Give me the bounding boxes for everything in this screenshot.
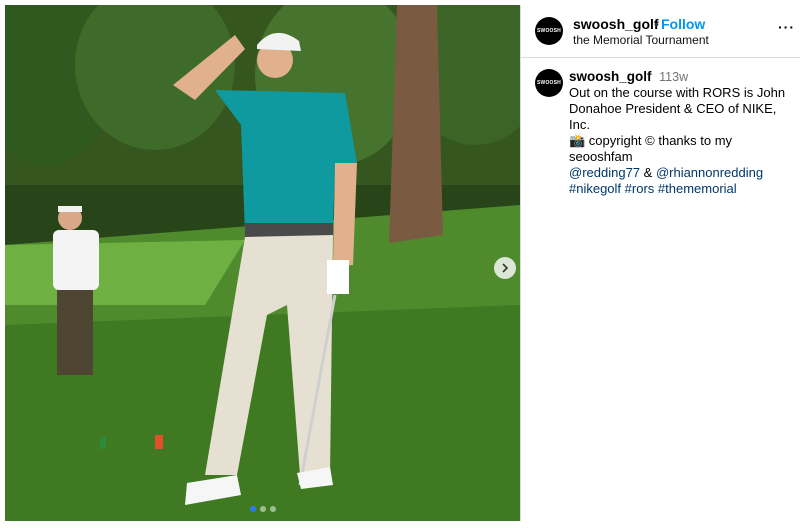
carousel-dot — [249, 506, 256, 512]
mention-link[interactable]: @rhiannonredding — [656, 165, 763, 180]
chevron-right-icon — [502, 263, 509, 273]
more-options-icon[interactable]: ··· — [778, 19, 795, 35]
follow-button[interactable]: Follow — [661, 16, 705, 32]
mention-link[interactable]: @redding77 — [569, 165, 640, 180]
caption-text: Out on the course with RORS is John Dona… — [569, 85, 786, 132]
caption-body: swoosh_golf 113w Out on the course with … — [569, 69, 797, 197]
hashtag-link[interactable]: #nikegolf — [569, 181, 621, 196]
carousel-dot — [269, 506, 276, 512]
carousel-dot — [259, 506, 266, 512]
hashtag-link[interactable]: #rors — [625, 181, 655, 196]
ampersand: & — [640, 165, 656, 180]
avatar[interactable]: SWOOSH — [535, 69, 563, 97]
post-timestamp[interactable]: 113w — [659, 70, 688, 84]
header-username[interactable]: swoosh_golf — [573, 16, 659, 32]
avatar-logo-text: SWOOSH — [537, 80, 561, 86]
caption-username[interactable]: swoosh_golf — [569, 69, 652, 84]
post-header: SWOOSH swoosh_golf • Follow the Memorial… — [521, 5, 800, 58]
instagram-post-modal: SWOOSH swoosh_golf • Follow the Memorial… — [0, 0, 800, 528]
golf-course-photo — [5, 5, 520, 521]
caption-credit: 📸 copyright © thanks to my seooshfam — [569, 133, 733, 164]
post-photo[interactable] — [5, 5, 520, 521]
carousel-indicator — [5, 506, 520, 512]
next-photo-button[interactable] — [494, 257, 516, 279]
post-sidebar: SWOOSH swoosh_golf • Follow the Memorial… — [520, 5, 800, 521]
avatar[interactable]: SWOOSH — [535, 17, 563, 45]
separator-dot: • — [654, 16, 659, 32]
avatar-logo-text: SWOOSH — [537, 28, 561, 34]
location-link[interactable]: the Memorial Tournament — [573, 33, 709, 47]
hashtag-link[interactable]: #thememorial — [658, 181, 737, 196]
